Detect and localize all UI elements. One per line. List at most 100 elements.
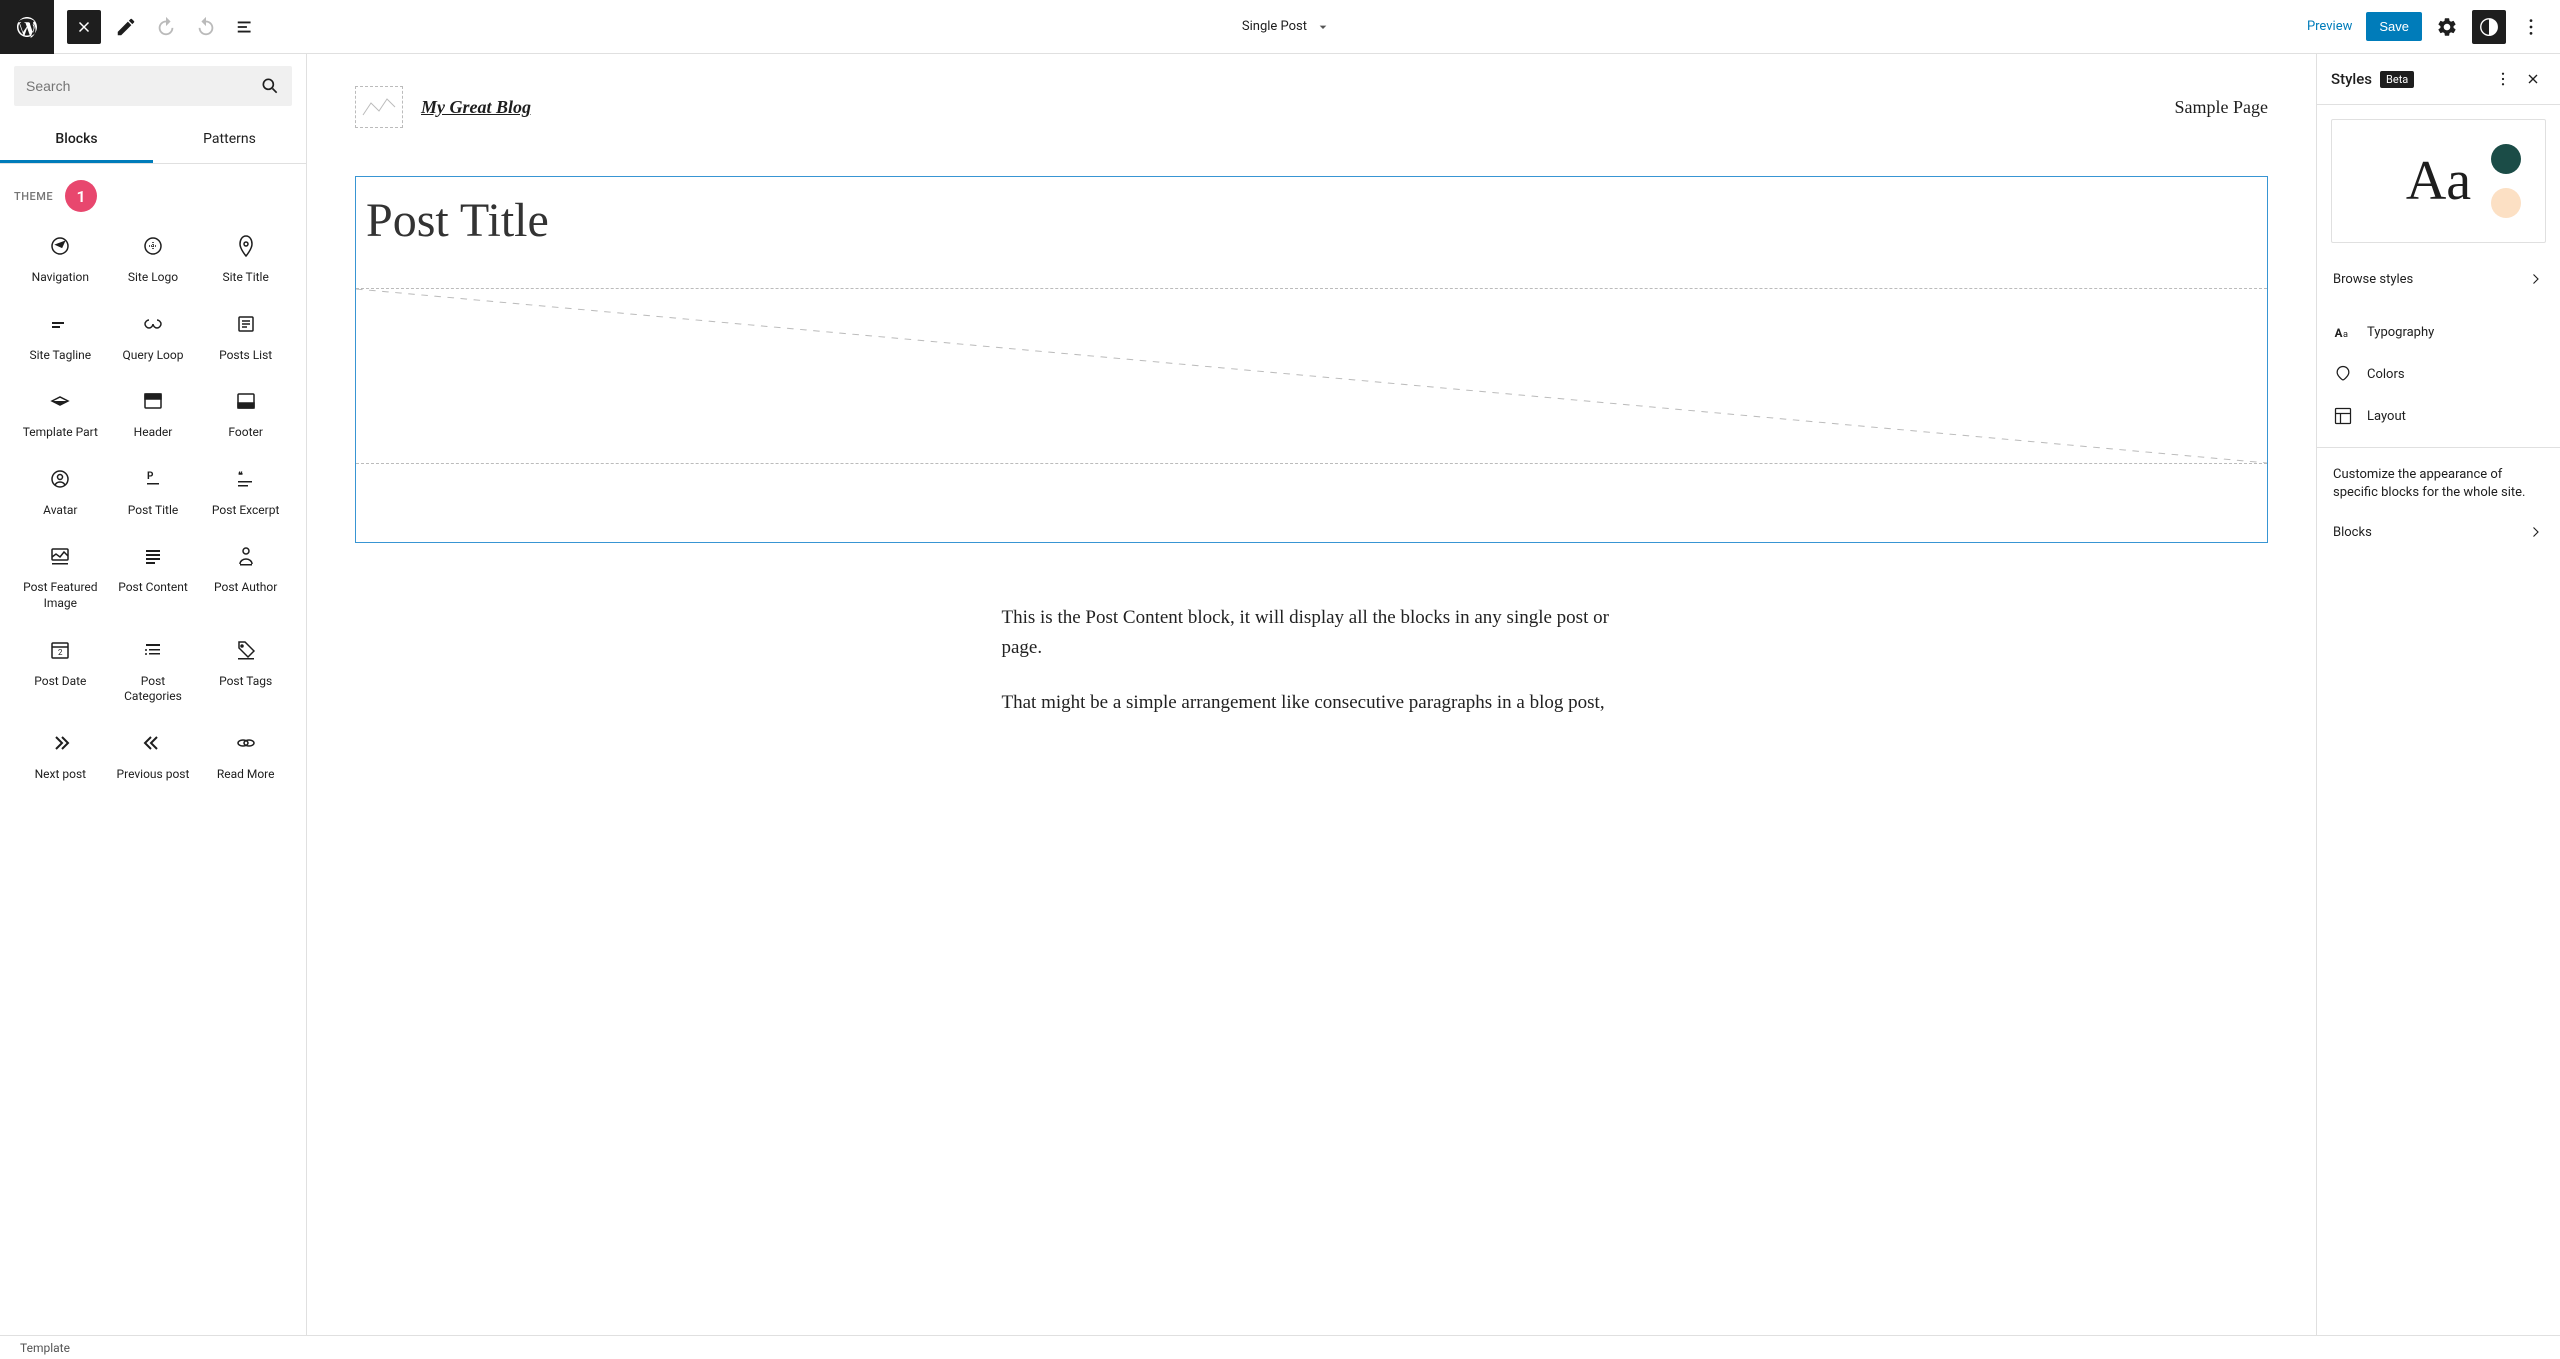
site-tagline-icon <box>48 312 72 336</box>
redo-button[interactable] <box>189 10 223 44</box>
block-next-post[interactable]: Next post <box>14 721 107 793</box>
block-label: Avatar <box>43 503 77 519</box>
block-site-title[interactable]: Site Title <box>199 224 292 296</box>
typography-icon: Aa <box>2333 322 2353 342</box>
block-post-content[interactable]: Post Content <box>107 534 200 621</box>
query-loop-icon <box>141 312 165 336</box>
site-logo-placeholder[interactable] <box>355 86 403 128</box>
post-author-icon <box>234 544 258 568</box>
template-part-icon <box>48 389 72 413</box>
block-header[interactable]: Header <box>107 379 200 451</box>
block-label: Navigation <box>32 270 89 286</box>
svg-text:a: a <box>2343 330 2348 340</box>
panel-more-button[interactable] <box>2490 66 2516 92</box>
editor-canvas[interactable]: My Great Blog Sample Page Post Title Thi… <box>307 54 2316 1335</box>
close-button[interactable] <box>67 10 101 44</box>
block-post-author[interactable]: Post Author <box>199 534 292 621</box>
block-label: Post Tags <box>219 674 272 690</box>
block-post-title[interactable]: PPost Title <box>107 457 200 529</box>
navigation-icon <box>48 234 72 258</box>
svg-text:❝: ❝ <box>238 470 243 481</box>
content-paragraph-1[interactable]: This is the Post Content block, it will … <box>1002 603 1622 664</box>
post-categories-icon <box>141 638 165 662</box>
block-label: Read More <box>217 767 275 783</box>
featured-image-placeholder[interactable] <box>356 288 2267 464</box>
previous-post-icon <box>141 731 165 755</box>
block-footer[interactable]: Footer <box>199 379 292 451</box>
block-posts-list[interactable]: Posts List <box>199 302 292 374</box>
style-preview[interactable]: Aa <box>2331 119 2546 243</box>
post-title[interactable]: Post Title <box>356 177 2267 288</box>
block-post-date[interactable]: 2 Post Date <box>14 628 107 715</box>
undo-button[interactable] <box>149 10 183 44</box>
site-title[interactable]: My Great Blog <box>421 97 531 118</box>
block-site-tagline[interactable]: Site Tagline <box>14 302 107 374</box>
content-paragraph-2[interactable]: That might be a simple arrangement like … <box>1002 688 1622 718</box>
block-label: Query Loop <box>123 348 184 364</box>
beta-badge: Beta <box>2380 71 2414 88</box>
tab-blocks[interactable]: Blocks <box>0 118 153 163</box>
status-bar: Template <box>0 1335 2560 1359</box>
site-logo-icon <box>141 234 165 258</box>
post-block-selected[interactable]: Post Title <box>355 176 2268 543</box>
typography-row[interactable]: Aa Typography <box>2317 311 2560 353</box>
block-post-categories[interactable]: Post Categories <box>107 628 200 715</box>
wordpress-logo[interactable] <box>0 0 54 54</box>
block-post-featured-image[interactable]: Post Featured Image <box>14 534 107 621</box>
block-label: Site Title <box>222 270 268 286</box>
styles-button[interactable] <box>2472 10 2506 44</box>
template-selector[interactable]: Single Post <box>266 19 2307 35</box>
chevron-down-icon <box>1315 19 1331 35</box>
search-box[interactable] <box>14 66 292 106</box>
tab-patterns[interactable]: Patterns <box>153 118 306 163</box>
colors-label: Colors <box>2367 367 2405 382</box>
block-template-part[interactable]: Template Part <box>14 379 107 451</box>
styles-panel: Styles Beta Aa Browse styles <box>2316 54 2560 1335</box>
layout-icon <box>2333 406 2353 426</box>
block-post-excerpt[interactable]: ❝Post Excerpt <box>199 457 292 529</box>
panel-title: Styles <box>2331 70 2372 88</box>
block-label: Site Logo <box>128 270 178 286</box>
chevron-right-icon <box>2526 270 2544 288</box>
post-tags-icon <box>234 638 258 662</box>
save-button[interactable]: Save <box>2366 12 2422 41</box>
blocks-row[interactable]: Blocks <box>2317 510 2560 554</box>
posts-list-icon <box>234 312 258 336</box>
svg-text:P: P <box>147 471 154 482</box>
block-read-more[interactable]: Read More <box>199 721 292 793</box>
block-post-tags[interactable]: Post Tags <box>199 628 292 715</box>
block-label: Posts List <box>219 348 272 364</box>
typography-label: Typography <box>2367 325 2434 340</box>
block-previous-post[interactable]: Previous post <box>107 721 200 793</box>
post-title-icon: P <box>141 467 165 491</box>
block-site-logo[interactable]: Site Logo <box>107 224 200 296</box>
list-view-button[interactable] <box>229 10 263 44</box>
panel-close-button[interactable] <box>2520 66 2546 92</box>
preview-link[interactable]: Preview <box>2307 19 2352 34</box>
colors-row[interactable]: Colors <box>2317 353 2560 395</box>
block-navigation[interactable]: Navigation <box>14 224 107 296</box>
edit-button[interactable] <box>109 10 143 44</box>
layout-row[interactable]: Layout <box>2317 395 2560 437</box>
block-query-loop[interactable]: Query Loop <box>107 302 200 374</box>
search-input[interactable] <box>26 78 260 94</box>
annotation-badge-1: 1 <box>65 180 97 212</box>
block-avatar[interactable]: Avatar <box>14 457 107 529</box>
next-post-icon <box>48 731 72 755</box>
block-label: Post Date <box>34 674 86 690</box>
block-label: Next post <box>35 767 86 783</box>
browse-styles-row[interactable]: Browse styles <box>2317 257 2560 301</box>
blocks-help-text: Customize the appearance of specific blo… <box>2317 458 2560 510</box>
block-label: Previous post <box>117 767 190 783</box>
search-icon <box>260 76 280 96</box>
post-date-icon: 2 <box>48 638 72 662</box>
block-inserter: Blocks Patterns THEME 1 NavigationSite L… <box>0 54 307 1335</box>
more-options-button[interactable] <box>2514 10 2548 44</box>
block-label: Post Author <box>214 580 277 596</box>
settings-button[interactable] <box>2430 10 2464 44</box>
header-icon <box>141 389 165 413</box>
block-label: Template Part <box>23 425 98 441</box>
status-text: Template <box>20 1341 70 1355</box>
nav-sample-page[interactable]: Sample Page <box>2175 97 2268 118</box>
post-content-icon <box>141 544 165 568</box>
